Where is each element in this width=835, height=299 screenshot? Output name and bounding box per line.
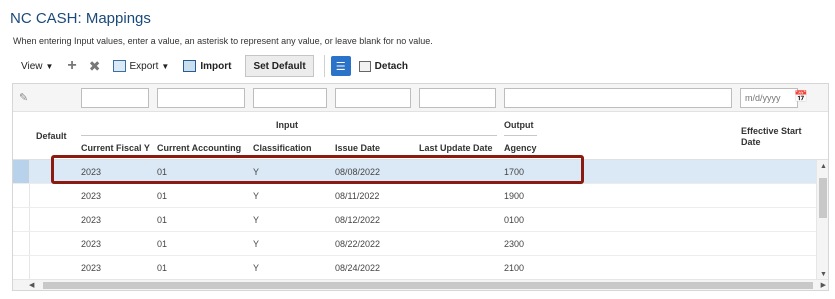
chevron-down-icon: ▼ <box>45 61 54 71</box>
add-row-icon[interactable]: + <box>67 57 76 75</box>
filter-current-accounting[interactable] <box>157 88 245 108</box>
cell-current-accounting: 01 <box>157 263 168 273</box>
horizontal-scrollbar[interactable]: ◀ ▶ <box>13 279 828 290</box>
col-current-accounting[interactable]: Current Accounting <box>157 143 250 153</box>
toolbar-divider <box>323 55 325 77</box>
detach-icon <box>358 60 371 72</box>
col-classification[interactable]: Classification <box>253 143 312 153</box>
cell-classification: Y <box>253 191 260 201</box>
table-row[interactable]: 2023 01 Y 08/11/2022 1900 <box>13 184 818 208</box>
cell-classification: Y <box>253 263 260 273</box>
group-input: Input <box>276 120 298 130</box>
page-title: NC CASH: Mappings <box>10 10 151 27</box>
calendar-icon[interactable]: 📅 <box>794 90 808 103</box>
scroll-up-icon[interactable]: ▲ <box>820 163 827 170</box>
cell-current-accounting: 01 <box>157 191 168 201</box>
table-row[interactable]: 2023 01 Y 08/22/2022 2300 <box>13 232 818 256</box>
import-label: Import <box>200 60 232 72</box>
export-icon <box>112 60 126 72</box>
table-row[interactable]: 2023 01 Y 08/12/2022 0100 <box>13 208 818 232</box>
row-selector[interactable] <box>13 208 30 231</box>
col-effective-start[interactable]: Effective Start <box>741 126 802 136</box>
cell-current-fiscal: 2023 <box>81 263 102 273</box>
cell-classification: Y <box>253 215 260 225</box>
instructions-text: When entering Input values, enter a valu… <box>13 36 433 46</box>
col-issue-date[interactable]: Issue Date <box>335 143 380 153</box>
cell-issue-date: 08/11/2022 <box>335 191 380 201</box>
col-last-update-date[interactable]: Last Update Date <box>419 143 493 153</box>
view-menu-label: View <box>21 60 43 72</box>
row-selector[interactable] <box>13 256 30 279</box>
col-default[interactable]: Default <box>36 131 67 141</box>
export-menu[interactable]: Export ▼ <box>112 60 170 72</box>
filter-current-fiscal[interactable] <box>81 88 149 108</box>
cell-agency: 1900 <box>504 191 525 201</box>
cell-issue-date: 08/22/2022 <box>335 239 381 249</box>
filter-effective-start-date[interactable] <box>740 88 798 108</box>
filter-last-update-date[interactable] <box>419 88 496 108</box>
row-selector[interactable] <box>13 232 30 255</box>
scroll-left-icon[interactable]: ◀ <box>29 281 34 289</box>
row-selector[interactable] <box>13 160 30 183</box>
cell-classification: Y <box>253 167 260 177</box>
export-label: Export <box>129 60 159 72</box>
cell-agency: 2100 <box>504 263 525 273</box>
cell-agency: 2300 <box>504 239 525 249</box>
filter-issue-date[interactable] <box>335 88 411 108</box>
cell-issue-date: 08/12/2022 <box>335 215 381 225</box>
col-current-fiscal[interactable]: Current Fiscal Y <box>81 143 155 153</box>
set-default-button[interactable]: Set Default <box>245 55 314 77</box>
chevron-down-icon: ▼ <box>161 61 170 71</box>
group-output-divider <box>504 135 537 136</box>
horizontal-scroll-thumb[interactable] <box>43 282 813 289</box>
table-row[interactable]: 2023 01 Y 08/24/2022 2100 <box>13 256 818 280</box>
col-effective-start-date: Date <box>741 137 761 147</box>
row-selector[interactable] <box>13 184 30 207</box>
group-output: Output <box>504 120 534 130</box>
cell-issue-date: 08/08/2022 <box>335 167 381 177</box>
table-body: 2023 01 Y 08/08/2022 1700 2023 01 Y 08/11/2022 19… <box>13 160 818 280</box>
filter-classification[interactable] <box>253 88 327 108</box>
cell-agency: 0100 <box>504 215 525 225</box>
delete-row-icon[interactable]: ✖ <box>89 58 101 75</box>
import-button[interactable]: Import <box>183 60 231 72</box>
scroll-right-icon[interactable]: ▶ <box>821 281 826 289</box>
import-icon <box>183 60 197 72</box>
mappings-table: ✎ 📅 Default Input Output Current Fiscal … <box>12 83 829 291</box>
scroll-down-icon[interactable]: ▼ <box>820 271 827 278</box>
cell-current-accounting: 01 <box>157 239 168 249</box>
cell-current-accounting: 01 <box>157 167 168 177</box>
group-input-divider <box>81 135 497 136</box>
cell-classification: Y <box>253 239 260 249</box>
pencil-icon: ✎ <box>19 92 29 104</box>
table-toolbar: View ▼ + ✖ Export ▼ Import Set Default ☰… <box>13 53 813 79</box>
vertical-scrollbar[interactable]: ▲ ▼ <box>816 160 828 281</box>
filter-agency[interactable] <box>504 88 732 108</box>
table-row[interactable]: 2023 01 Y 08/08/2022 1700 <box>13 160 818 184</box>
detach-button[interactable]: Detach <box>358 60 409 72</box>
table-header: Default Input Output Current Fiscal Y Cu… <box>13 113 828 160</box>
query-by-example-icon[interactable]: ☰ <box>330 56 351 76</box>
cell-current-fiscal: 2023 <box>81 167 102 177</box>
detach-label: Detach <box>374 60 409 72</box>
col-agency[interactable]: Agency <box>504 143 537 153</box>
cell-current-fiscal: 2023 <box>81 215 102 225</box>
cell-current-accounting: 01 <box>157 215 168 225</box>
cell-current-fiscal: 2023 <box>81 239 102 249</box>
filter-row: ✎ 📅 <box>13 84 828 112</box>
cell-agency: 1700 <box>504 167 525 177</box>
vertical-scroll-thumb[interactable] <box>819 178 827 218</box>
view-menu[interactable]: View ▼ <box>21 61 53 72</box>
cell-current-fiscal: 2023 <box>81 191 102 201</box>
cell-issue-date: 08/24/2022 <box>335 263 381 273</box>
